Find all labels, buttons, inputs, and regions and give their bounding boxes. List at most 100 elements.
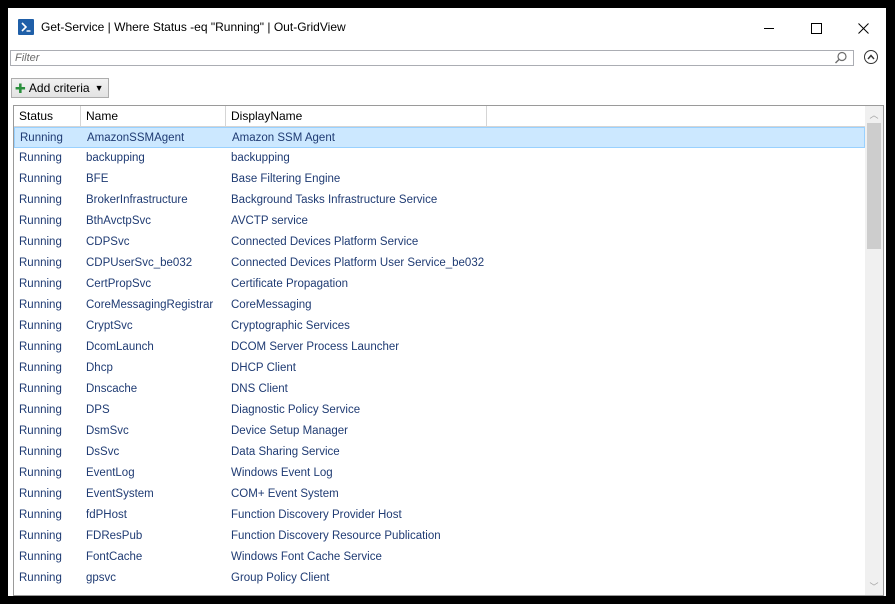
add-criteria-button[interactable]: ✚ Add criteria ▼: [11, 78, 109, 98]
status-cell: Running: [19, 404, 62, 416]
name-cell: BthAvctpSvc: [86, 215, 151, 227]
plus-icon: ✚: [15, 80, 26, 96]
scroll-up-button[interactable]: ︿: [865, 106, 883, 123]
table-row[interactable]: Running AmazonSSMAgent Amazon SSM Agent: [14, 127, 865, 148]
powershell-icon: [18, 19, 34, 35]
displayname-cell: AVCTP service: [231, 215, 308, 227]
column-header-row: Status Name DisplayName: [14, 106, 865, 127]
name-cell: gpsvc: [86, 572, 117, 584]
table-row[interactable]: Running Dhcp DHCP Client: [14, 358, 865, 379]
name-cell: FontCache: [86, 551, 143, 563]
table-row[interactable]: Running FontCache Windows Font Cache Servi…: [14, 547, 865, 568]
maximize-button[interactable]: [793, 8, 839, 48]
status-cell: Running: [19, 152, 62, 164]
chevron-down-icon: ﹀: [869, 582, 879, 592]
displayname-cell: Windows Font Cache Service: [231, 551, 382, 563]
name-cell: EventLog: [86, 467, 135, 479]
maximize-icon: [810, 22, 822, 34]
status-cell: Running: [19, 383, 62, 395]
status-cell: Running: [19, 194, 62, 206]
status-cell: Running: [19, 467, 62, 479]
status-cell: Running: [19, 299, 62, 311]
table-row[interactable]: Running DsSvc Data Sharing Service: [14, 442, 865, 463]
displayname-cell: Base Filtering Engine: [231, 173, 341, 185]
table-row[interactable]: Running gpsvc Group Policy Client: [14, 568, 865, 589]
name-cell: DsSvc: [86, 446, 120, 458]
table-row[interactable]: Running backupping backupping: [14, 148, 865, 169]
name-cell: AmazonSSMAgent: [87, 132, 185, 144]
displayname-cell: Connected Devices Platform Service: [231, 236, 419, 248]
table-row[interactable]: Running Dnscache DNS Client: [14, 379, 865, 400]
window-title: Get-Service | Where Status -eq "Running"…: [41, 20, 346, 34]
table-row[interactable]: Running CryptSvc Cryptographic Services: [14, 316, 865, 337]
status-cell: Running: [19, 341, 62, 353]
search-icon[interactable]: [834, 51, 848, 65]
table-row[interactable]: Running DPS Diagnostic Policy Service: [14, 400, 865, 421]
scrollbar-thumb[interactable]: [867, 123, 881, 249]
displayname-cell: DNS Client: [231, 383, 288, 395]
title-bar[interactable]: Get-Service | Where Status -eq "Running"…: [8, 8, 886, 48]
displayname-cell: DCOM Server Process Launcher: [231, 341, 400, 353]
displayname-cell: Device Setup Manager: [231, 425, 348, 437]
grid-view-window: Get-Service | Where Status -eq "Running"…: [8, 8, 886, 596]
displayname-cell: backupping: [231, 152, 290, 164]
name-cell: BrokerInfrastructure: [86, 194, 188, 206]
status-cell: Running: [19, 446, 62, 458]
table-row[interactable]: Running fdPHost Function Discovery Provide…: [14, 505, 865, 526]
status-cell: Running: [19, 488, 62, 500]
table-row[interactable]: Running BFE Base Filtering Engine: [14, 169, 865, 190]
table-row[interactable]: Running BrokerInfrastructure Background Ta…: [14, 190, 865, 211]
name-cell: Dnscache: [86, 383, 138, 395]
collapse-filter-button[interactable]: [864, 50, 878, 64]
table-row[interactable]: Running DsmSvc Device Setup Manager: [14, 421, 865, 442]
status-cell: Running: [19, 215, 62, 227]
column-header-filler: [487, 106, 865, 126]
triangle-down-icon: ▼: [94, 83, 104, 93]
name-cell: DsmSvc: [86, 425, 129, 437]
table-row[interactable]: Running DcomLaunch DCOM Server Process Lau…: [14, 337, 865, 358]
table-row[interactable]: Running CDPSvc Connected Devices Platform …: [14, 232, 865, 253]
name-cell: DcomLaunch: [86, 341, 154, 353]
chevron-up-icon: [867, 54, 875, 60]
filter-input[interactable]: [10, 50, 854, 66]
name-cell: CDPUserSvc_be032: [86, 257, 193, 269]
close-button[interactable]: [840, 8, 886, 48]
displayname-cell: Function Discovery Provider Host: [231, 509, 402, 521]
displayname-cell: Function Discovery Resource Publication: [231, 530, 441, 542]
table-row[interactable]: Running FDResPub Function Discovery Resour…: [14, 526, 865, 547]
table-row[interactable]: Running EventSystem COM+ Event System: [14, 484, 865, 505]
column-header-displayname[interactable]: DisplayName: [226, 106, 487, 126]
displayname-cell: Certificate Propagation: [231, 278, 348, 290]
table-row[interactable]: Running BthAvctpSvc AVCTP service: [14, 211, 865, 232]
displayname-cell: Cryptographic Services: [231, 320, 350, 332]
results-grid: Status Name DisplayName Running AmazonSSM…: [13, 105, 884, 596]
name-cell: EventSystem: [86, 488, 154, 500]
column-header-status[interactable]: Status: [14, 106, 81, 126]
table-row[interactable]: Running CDPUserSvc_be032 Connected Devices…: [14, 253, 865, 274]
status-cell: Running: [19, 173, 62, 185]
column-header-name[interactable]: Name: [81, 106, 226, 126]
status-cell: Running: [19, 236, 62, 248]
name-cell: BFE: [86, 173, 109, 185]
minimize-icon: [764, 27, 774, 29]
status-cell: Running: [19, 278, 62, 290]
displayname-cell: DHCP Client: [231, 362, 296, 374]
status-cell: Running: [19, 257, 62, 269]
status-cell: Running: [19, 509, 62, 521]
displayname-cell: Data Sharing Service: [231, 446, 340, 458]
status-cell: Running: [19, 362, 62, 374]
vertical-scrollbar[interactable]: ︿ ﹀: [865, 106, 883, 595]
table-row[interactable]: Running CoreMessagingRegistrar CoreMessagi…: [14, 295, 865, 316]
name-cell: backupping: [86, 152, 145, 164]
name-cell: CryptSvc: [86, 320, 133, 332]
displayname-cell: Background Tasks Infrastructure Service: [231, 194, 438, 206]
name-cell: CertPropSvc: [86, 278, 152, 290]
displayname-cell: COM+ Event System: [231, 488, 339, 500]
name-cell: fdPHost: [86, 509, 127, 521]
table-row[interactable]: Running EventLog Windows Event Log: [14, 463, 865, 484]
minimize-button[interactable]: [746, 8, 792, 48]
table-row[interactable]: Running CertPropSvc Certificate Propagatio…: [14, 274, 865, 295]
add-criteria-label: Add criteria: [28, 81, 90, 95]
status-cell: Running: [20, 132, 63, 144]
scroll-down-button[interactable]: ﹀: [865, 578, 883, 595]
